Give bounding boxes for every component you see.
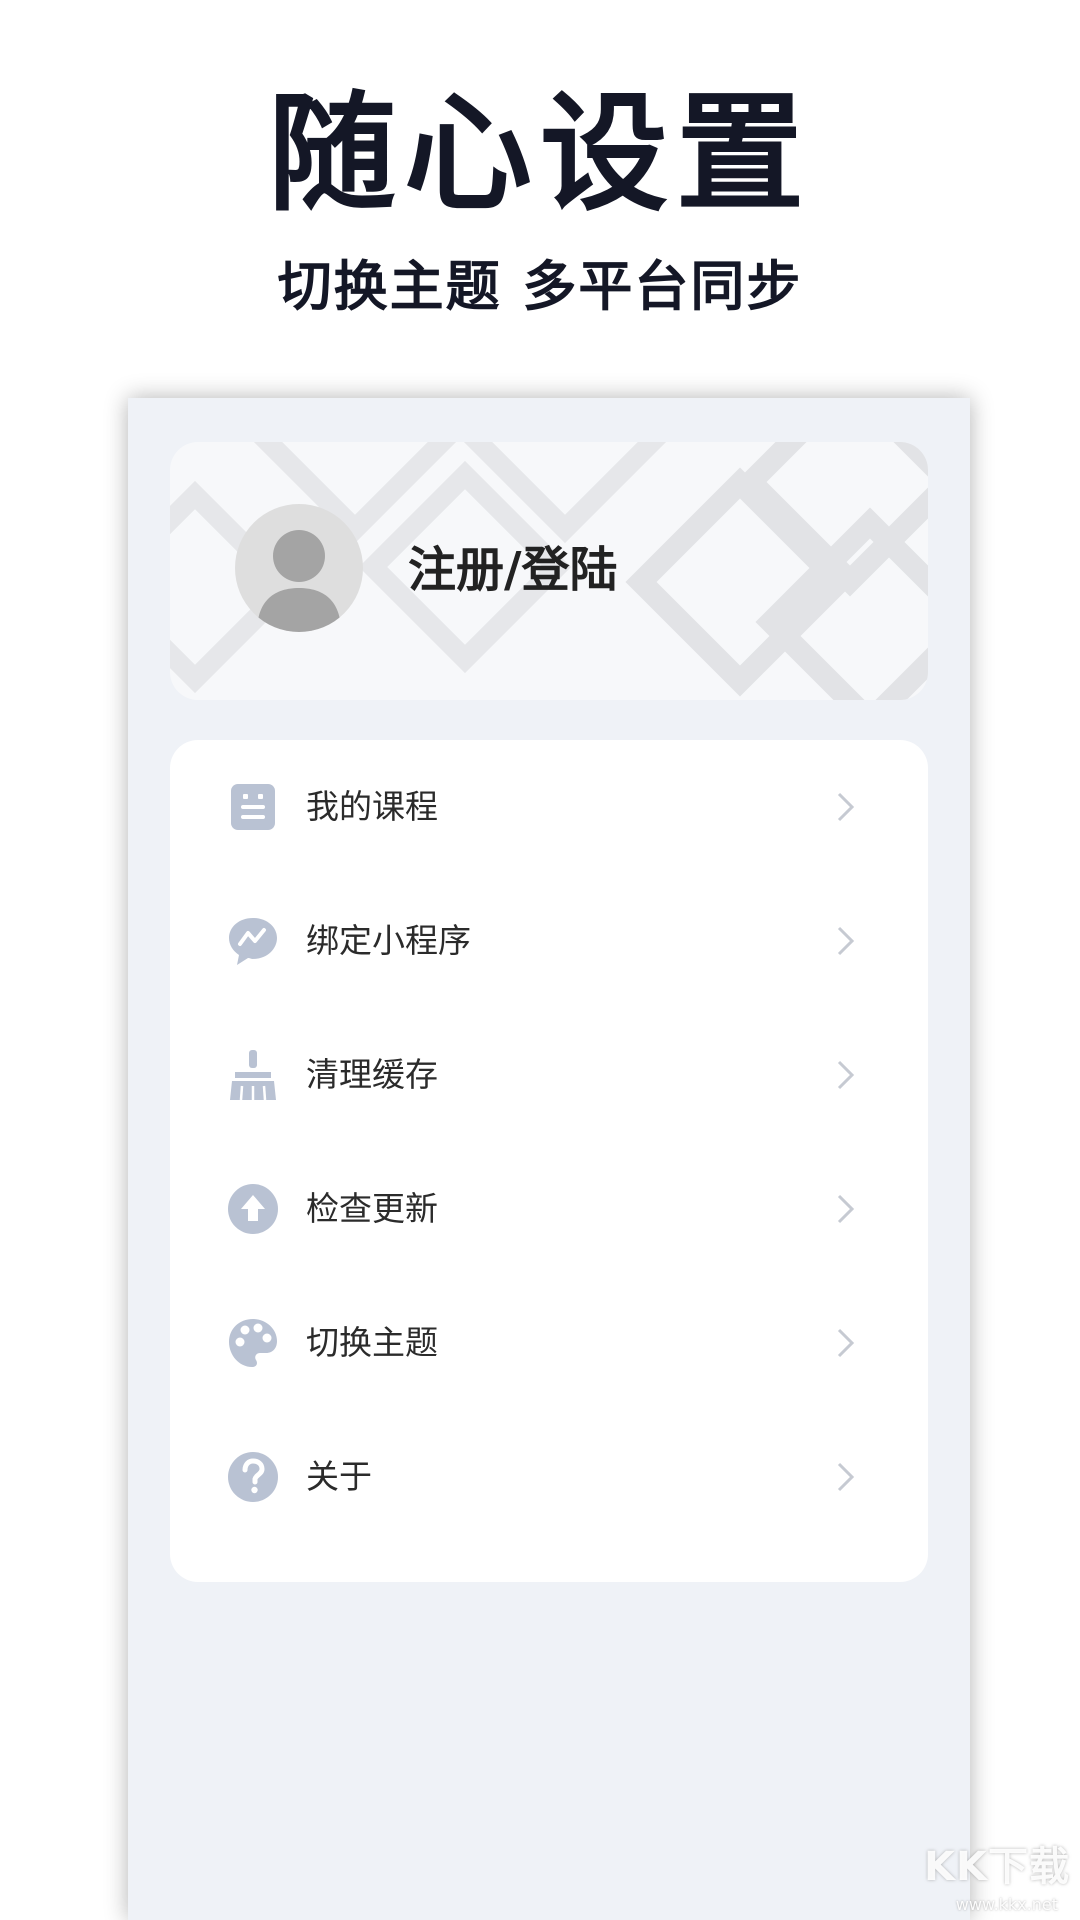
chevron-right-icon: [837, 792, 855, 822]
menu-item-label: 关于: [306, 1457, 372, 1496]
user-avatar-icon[interactable]: [235, 504, 363, 632]
chevron-right-icon: [837, 1462, 855, 1492]
login-register-link[interactable]: 注册/登陆: [408, 540, 618, 600]
upload-arrow-icon: [228, 1184, 278, 1234]
promo-header: 随心设置 切换主题 多平台同步: [0, 0, 1080, 380]
promo-title: 随心设置: [267, 80, 812, 229]
menu-item-label: 切换主题: [306, 1323, 438, 1362]
course-icon: [231, 784, 275, 830]
chevron-right-icon: [837, 1194, 855, 1224]
phone-screen: 注册/登陆 我的课程 绑定小程序 清理缓存 检查更新 切换主题 关于: [128, 398, 970, 1920]
menu-item-label: 检查更新: [306, 1189, 438, 1228]
menu-item-about[interactable]: 关于: [170, 1410, 928, 1544]
promo-subtitle: 切换主题 多平台同步: [277, 255, 803, 318]
watermark-url: www.kkx.net: [955, 1895, 1058, 1914]
menu-item-switch-theme[interactable]: 切换主题: [170, 1276, 928, 1410]
menu-item-label: 清理缓存: [306, 1055, 438, 1094]
watermark-brand: KK下载: [924, 1844, 1070, 1890]
chevron-right-icon: [837, 926, 855, 956]
menu-item-label: 绑定小程序: [306, 921, 471, 960]
settings-menu: 我的课程 绑定小程序 清理缓存 检查更新 切换主题 关于: [170, 740, 928, 1582]
chevron-right-icon: [837, 1060, 855, 1090]
menu-item-bind-miniprogram[interactable]: 绑定小程序: [170, 874, 928, 1008]
menu-item-clear-cache[interactable]: 清理缓存: [170, 1008, 928, 1142]
question-icon: [228, 1452, 278, 1502]
chevron-right-icon: [837, 1328, 855, 1358]
profile-card[interactable]: 注册/登陆: [170, 442, 928, 700]
palette-icon: [229, 1319, 277, 1367]
menu-item-my-courses[interactable]: 我的课程: [170, 740, 928, 874]
broom-icon: [230, 1050, 276, 1101]
menu-item-check-update[interactable]: 检查更新: [170, 1142, 928, 1276]
menu-item-label: 我的课程: [306, 787, 438, 826]
chat-bubble-icon: [229, 918, 277, 965]
